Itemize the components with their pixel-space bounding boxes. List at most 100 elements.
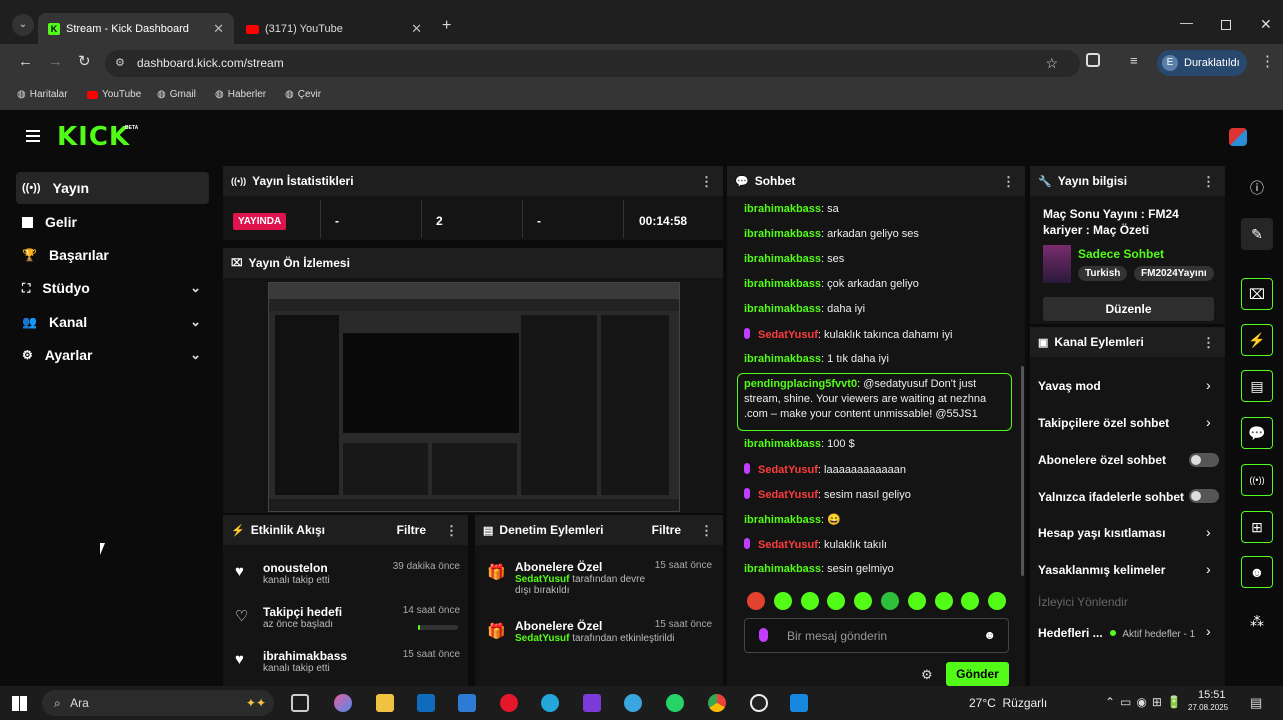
extensions-icon[interactable] xyxy=(1086,53,1100,67)
send-button[interactable]: Gönder xyxy=(946,662,1009,686)
followers-only-item[interactable]: Takipçilere özel sohbet xyxy=(1038,416,1169,430)
bookmark-item[interactable]: YouTube xyxy=(87,89,141,100)
nav-item-kanal[interactable]: 👥 Kanal ⌄ xyxy=(16,306,209,338)
chat-username[interactable]: ibrahimakbass xyxy=(744,514,821,526)
emotes-only-toggle[interactable] xyxy=(1189,489,1219,503)
close-tab-icon[interactable]: ✕ xyxy=(411,21,422,37)
bookmark-item[interactable]: ◍ Haberler xyxy=(215,89,266,100)
app-icon[interactable] xyxy=(750,694,768,712)
filter-button[interactable]: Filtre xyxy=(652,523,681,537)
address-input[interactable]: ⚙ dashboard.kick.com/stream ☆ xyxy=(105,50,1080,77)
chat-username[interactable]: ibrahimakbass xyxy=(744,353,821,365)
nav-item-studyo[interactable]: ⛶ Stüdyo ⌄ xyxy=(16,272,209,304)
profile-button[interactable]: E Duraklatıldı xyxy=(1157,50,1247,76)
chat-username[interactable]: SedatYusuf xyxy=(758,464,818,476)
more-options-icon[interactable]: ⋮ xyxy=(1002,174,1015,190)
more-options-icon[interactable]: ⋮ xyxy=(700,174,713,190)
chrome-icon[interactable] xyxy=(708,694,726,712)
weather-text[interactable]: 27°C Rüzgarlı xyxy=(969,696,1047,710)
windows-start-icon[interactable] xyxy=(12,696,27,711)
app-icon[interactable] xyxy=(790,694,808,712)
nav-item-basarilar[interactable]: 🏆 Başarılar xyxy=(16,239,209,271)
emote-icon[interactable] xyxy=(747,592,765,610)
chevron-right-icon[interactable]: › xyxy=(1206,623,1211,639)
task-view-icon[interactable] xyxy=(291,694,309,712)
emote-icon[interactable] xyxy=(934,592,953,610)
document-toggle-icon[interactable]: ▤ xyxy=(1241,370,1273,402)
user-avatar[interactable] xyxy=(1229,128,1247,146)
close-tab-icon[interactable]: ✕ xyxy=(213,21,224,37)
edit-button[interactable]: Düzenle xyxy=(1043,297,1214,321)
emote-icon[interactable] xyxy=(773,592,792,610)
app-icon[interactable] xyxy=(583,694,601,712)
clock-time[interactable]: 15:51 xyxy=(1198,689,1226,701)
tab-youtube[interactable]: (3171) YouTube ✕ xyxy=(236,13,432,45)
tag-turkish[interactable]: Turkish xyxy=(1078,266,1128,281)
preview-toggle-icon[interactable]: ⌧ xyxy=(1241,278,1273,310)
channel-toggle-icon[interactable]: ⊞ xyxy=(1241,511,1273,543)
chat-username[interactable]: ibrahimakbass xyxy=(744,303,821,315)
taskbar-search[interactable]: ⌕ Ara ✦✦ xyxy=(42,690,274,716)
store-icon[interactable] xyxy=(458,694,476,712)
broadcast-toggle-icon[interactable]: ((•)) xyxy=(1241,464,1273,496)
media-controls-icon[interactable]: ≡ xyxy=(1130,53,1138,68)
whatsapp-icon[interactable] xyxy=(666,694,684,712)
chat-input[interactable]: Bir mesaj gönderin ☻ xyxy=(744,618,1009,653)
category-name[interactable]: Sadece Sohbet xyxy=(1078,247,1164,261)
site-info-icon[interactable]: ⚙ xyxy=(115,50,125,77)
star-icon[interactable]: ☆ xyxy=(1045,50,1058,77)
chat-username[interactable]: ibrahimakbass xyxy=(744,228,821,240)
banned-words-item[interactable]: Yasaklanmış kelimeler xyxy=(1038,563,1165,577)
more-options-icon[interactable]: ⋮ xyxy=(700,523,713,539)
lightning-toggle-icon[interactable]: ⚡ xyxy=(1241,324,1273,356)
pencil-icon[interactable]: ✎ xyxy=(1241,218,1273,250)
opera-icon[interactable] xyxy=(500,694,518,712)
notifications-icon[interactable]: ▤ xyxy=(1250,695,1262,711)
bookmark-item[interactable]: ◍ Çevir xyxy=(285,89,321,100)
forward-icon[interactable]: → xyxy=(48,53,63,70)
widgets-icon[interactable]: ⁂ xyxy=(1241,605,1273,637)
subscribers-only-toggle[interactable] xyxy=(1189,453,1219,467)
emote-icon[interactable] xyxy=(800,592,819,610)
emoji-icon[interactable]: ☻ xyxy=(983,628,996,642)
clock-date[interactable]: 27.08.2025 xyxy=(1188,703,1228,712)
file-explorer-icon[interactable] xyxy=(376,694,394,712)
chat-username[interactable]: ibrahimakbass xyxy=(744,563,821,575)
emote-toggle-icon[interactable]: ☻ xyxy=(1241,556,1273,588)
chat-username[interactable]: ibrahimakbass xyxy=(744,438,821,450)
nav-item-ayarlar[interactable]: ⚙ Ayarlar ⌄ xyxy=(16,339,209,371)
chat-toggle-icon[interactable]: 💬 xyxy=(1241,417,1273,449)
chevron-right-icon[interactable]: › xyxy=(1206,414,1211,430)
maximize-button[interactable] xyxy=(1221,20,1231,30)
filter-button[interactable]: Filtre xyxy=(397,523,426,537)
slow-mode-item[interactable]: Yavaş mod xyxy=(1038,379,1101,393)
browser-menu-icon[interactable]: ⋮ xyxy=(1260,52,1275,70)
chevron-right-icon[interactable]: › xyxy=(1206,561,1211,577)
kick-logo[interactable]: KICK xyxy=(57,122,130,152)
copilot-app-icon[interactable] xyxy=(334,694,352,712)
close-window-button[interactable]: ✕ xyxy=(1260,16,1272,33)
nav-item-yayin[interactable]: ((•)) Yayın xyxy=(16,172,209,204)
chat-username[interactable]: ibrahimakbass xyxy=(744,203,821,215)
goals-item[interactable]: Hedefleri ... Aktif hedefler - 1 xyxy=(1038,626,1195,640)
hamburger-menu-icon[interactable] xyxy=(26,130,40,142)
bookmark-item[interactable]: ◍ Haritalar xyxy=(17,89,68,100)
app-icon[interactable] xyxy=(624,694,642,712)
tab-search-button[interactable]: ⌄ xyxy=(12,14,34,36)
new-tab-button[interactable]: + xyxy=(442,17,451,35)
chat-username[interactable]: SedatYusuf xyxy=(758,329,818,341)
chat-username[interactable]: SedatYusuf xyxy=(758,539,818,551)
chevron-right-icon[interactable]: › xyxy=(1206,377,1211,393)
more-options-icon[interactable]: ⋮ xyxy=(1202,335,1215,351)
chat-username[interactable]: ibrahimakbass xyxy=(744,278,821,290)
tab-kick-dashboard[interactable]: K Stream - Kick Dashboard ✕ xyxy=(38,13,234,45)
bookmark-item[interactable]: ◍ Gmail xyxy=(157,89,196,100)
chat-username[interactable]: SedatYusuf xyxy=(758,489,818,501)
chat-scrollbar[interactable] xyxy=(1021,366,1024,576)
chat-username[interactable]: ibrahimakbass xyxy=(744,253,821,265)
chevron-right-icon[interactable]: › xyxy=(1206,524,1211,540)
emote-icon[interactable] xyxy=(881,592,899,610)
outlook-icon[interactable] xyxy=(417,694,435,712)
tag-fm2024[interactable]: FM2024Yayını xyxy=(1134,266,1214,281)
account-age-item[interactable]: Hesap yaşı kısıtlaması xyxy=(1038,526,1165,540)
